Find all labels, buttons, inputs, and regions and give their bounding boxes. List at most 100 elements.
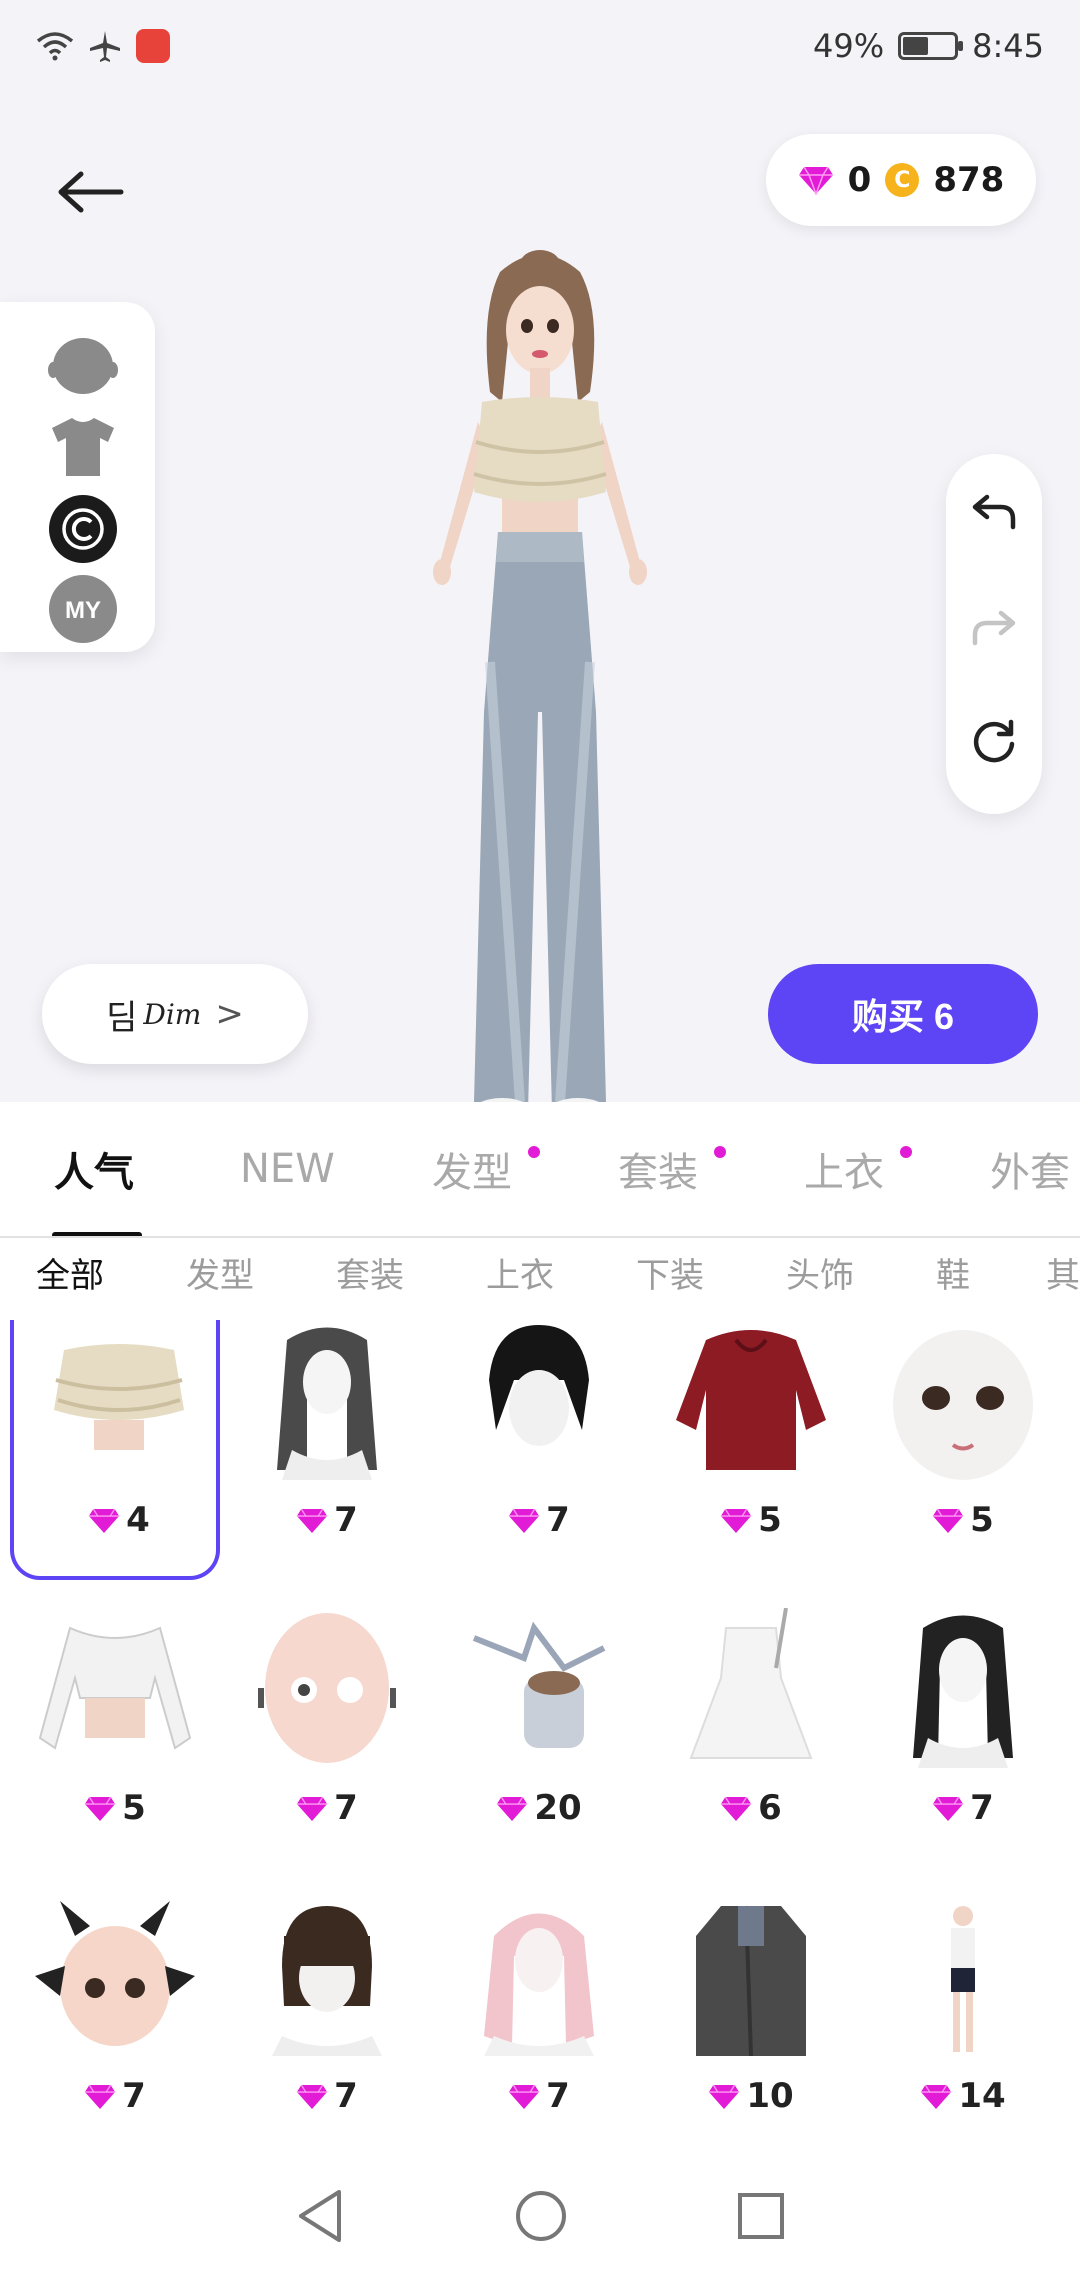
item-price-value: 7 <box>334 2076 358 2116</box>
white-dress-thumbnail <box>689 1608 813 1759</box>
currency-balance[interactable]: 0 C 878 <box>766 134 1036 226</box>
subtab-headwear[interactable]: 头饰 <box>786 1248 854 1297</box>
avatar-figure[interactable] <box>370 242 710 1142</box>
name-prefix: 딤 <box>106 997 138 1038</box>
item-card[interactable]: 7 <box>222 1896 432 2156</box>
item-price: 7 <box>10 2076 220 2116</box>
item-price: 5 <box>646 1500 856 1540</box>
tab-outerwear[interactable]: 外套 <box>990 1102 1070 1236</box>
subtab-outfit[interactable]: 套装 <box>336 1248 404 1297</box>
item-card[interactable]: 10 <box>646 1896 856 2156</box>
item-price-value: 20 <box>534 1788 582 1828</box>
item-card[interactable]: 7 <box>434 1320 644 1580</box>
clothing-tool-button[interactable] <box>48 412 118 482</box>
item-price-value: 14 <box>958 2076 1006 2116</box>
buy-button[interactable]: 购买 6 <box>768 964 1038 1064</box>
nav-recents-icon[interactable] <box>737 2192 785 2240</box>
diamond-icon <box>85 2084 116 2109</box>
item-card[interactable]: 7 <box>222 1608 432 1868</box>
subtab-all[interactable]: 全部 <box>36 1248 104 1297</box>
item-price: 7 <box>222 1788 432 1828</box>
subtab-other[interactable]: 其 <box>1046 1248 1080 1297</box>
chevron-right-icon: > <box>215 994 244 1034</box>
item-card[interactable]: 20 <box>434 1608 644 1868</box>
item-price: 7 <box>858 1788 1068 1828</box>
item-price: 14 <box>858 2076 1068 2116</box>
head-icon <box>48 338 118 394</box>
item-price-value: 7 <box>546 1500 570 1540</box>
item-price: 7 <box>222 1500 432 1540</box>
tab-popular[interactable]: 人气 <box>54 1102 134 1236</box>
tab-hairstyle-dot <box>528 1146 540 1158</box>
tab-tops[interactable]: 上衣 <box>804 1102 884 1236</box>
redo-button[interactable] <box>969 602 1019 652</box>
item-price-value: 5 <box>758 1500 782 1540</box>
my-label: MY <box>65 597 101 624</box>
item-card[interactable]: 7 <box>434 1896 644 2156</box>
long-hair-black-thumbnail <box>913 1615 1013 1768</box>
item-price-value: 6 <box>758 1788 782 1828</box>
diamond-icon <box>297 1796 328 1821</box>
outfit-name-button[interactable]: 딤 Dim > <box>42 964 308 1064</box>
subtab-shoes[interactable]: 鞋 <box>936 1248 970 1297</box>
crystal-headpiece-thumbnail <box>472 1621 606 1748</box>
item-card[interactable]: 4 <box>10 1320 220 1580</box>
tab-outfit[interactable]: 套装 <box>618 1102 698 1236</box>
item-price: 7 <box>434 1500 644 1540</box>
reset-button[interactable] <box>969 716 1019 766</box>
airplane-icon <box>90 31 120 62</box>
tab-tops-dot <box>900 1146 912 1158</box>
item-card[interactable]: 5 <box>858 1320 1068 1580</box>
subtab-bottoms[interactable]: 下装 <box>636 1248 704 1297</box>
battery-level-fill <box>903 37 929 55</box>
copyright-icon <box>49 495 117 563</box>
item-price: 20 <box>434 1788 644 1828</box>
item-price-value: 7 <box>334 1500 358 1540</box>
item-card[interactable]: 7 <box>858 1608 1068 1868</box>
subtab-tops[interactable]: 上衣 <box>486 1248 554 1297</box>
diamond-icon <box>89 1508 120 1533</box>
head-tool-button[interactable] <box>48 332 118 402</box>
white-crop-top-thumbnail <box>38 1626 192 1750</box>
tshirt-icon <box>52 418 114 476</box>
bob-hair-brown-thumbnail <box>272 1906 382 2056</box>
diamond-icon <box>509 2084 540 2109</box>
wardrobe-panel: 人气 NEW 发型 套装 上衣 外套 全部 发型 套装 上衣 下装 头饰 鞋 其… <box>0 1102 1080 2152</box>
item-card[interactable]: 7 <box>222 1320 432 1580</box>
undo-button[interactable] <box>969 486 1019 536</box>
item-price: 10 <box>646 2076 856 2116</box>
tab-outfit-dot <box>714 1146 726 1158</box>
back-button[interactable] <box>50 152 130 232</box>
devil-horns-face-thumbnail <box>35 1901 195 2046</box>
system-nav-bar <box>0 2152 1080 2280</box>
tab-new[interactable]: NEW <box>240 1102 335 1236</box>
clock: 8:45 <box>972 27 1044 65</box>
status-right: 49% 8:45 <box>813 27 1044 65</box>
item-card[interactable]: 5 <box>646 1320 856 1580</box>
diamond-icon <box>933 1796 964 1821</box>
reset-icon <box>973 719 1015 763</box>
coin-icon: C <box>885 163 920 197</box>
diamond-icon <box>509 1508 540 1533</box>
copyright-tool-button[interactable] <box>48 494 118 564</box>
short-hair-black-thumbnail <box>489 1325 589 1446</box>
item-card[interactable]: 14 <box>858 1896 1068 2156</box>
sub-tab-bar: 全部 发型 套装 上衣 下装 头饰 鞋 其 <box>0 1238 1080 1306</box>
tab-hairstyle[interactable]: 发型 <box>432 1102 512 1236</box>
tee-shorts-outfit-thumbnail <box>951 1906 975 2052</box>
item-price-value: 4 <box>126 1500 150 1540</box>
status-left <box>36 29 170 63</box>
arrow-left-icon <box>58 171 124 213</box>
item-card[interactable]: 5 <box>10 1608 220 1868</box>
subtab-hairstyle[interactable]: 发型 <box>186 1248 254 1297</box>
diamond-icon <box>297 2084 328 2109</box>
diamond-icon <box>85 1796 116 1821</box>
item-card[interactable]: 7 <box>10 1896 220 2156</box>
my-tool-button[interactable]: MY <box>48 574 118 644</box>
nav-home-icon[interactable] <box>515 2190 567 2242</box>
item-card[interactable]: 6 <box>646 1608 856 1868</box>
history-toolbar <box>946 454 1042 814</box>
item-price-value: 5 <box>970 1500 994 1540</box>
long-coat-thumbnail <box>696 1905 806 2056</box>
nav-back-icon[interactable] <box>295 2188 345 2244</box>
